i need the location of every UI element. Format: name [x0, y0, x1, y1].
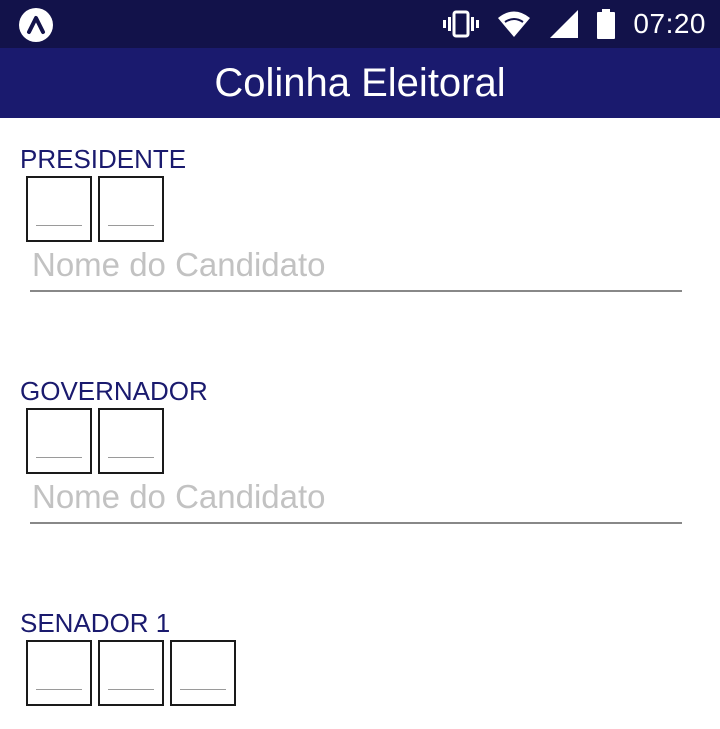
- digit-input-2[interactable]: [98, 408, 164, 474]
- candidate-name-input[interactable]: [30, 476, 682, 524]
- digit-input-1[interactable]: [26, 176, 92, 242]
- digit-input-2[interactable]: [98, 176, 164, 242]
- battery-icon: [597, 9, 616, 39]
- digit-input-3[interactable]: [170, 640, 236, 706]
- section-label-governador: GOVERNADOR: [20, 376, 208, 406]
- section-label-senador-1: SENADOR 1: [20, 608, 171, 638]
- digit-input-1[interactable]: [26, 408, 92, 474]
- status-bar: 07:20: [0, 0, 720, 48]
- wifi-icon: [498, 11, 531, 37]
- candidate-name-input[interactable]: [30, 244, 682, 292]
- candidate-number-fields: [26, 640, 242, 706]
- digit-input-1[interactable]: [26, 640, 92, 706]
- app-title: Colinha Eleitoral: [214, 60, 506, 105]
- app-bar: Colinha Eleitoral: [0, 48, 720, 118]
- candidate-number-fields: [26, 176, 170, 242]
- section-presidente: PRESIDENTE: [0, 144, 720, 304]
- digit-input-2[interactable]: [98, 640, 164, 706]
- candidate-number-fields: [26, 408, 170, 474]
- app-notification-icon: [19, 8, 53, 42]
- section-senador-1: SENADOR 1: [0, 608, 720, 718]
- section-governador: GOVERNADOR: [0, 376, 720, 536]
- clock-time: 07:20: [633, 8, 706, 39]
- section-label-presidente: PRESIDENTE: [20, 144, 187, 174]
- signal-icon: [550, 10, 579, 38]
- ballot-form: PRESIDENTE GOVERNADOR SENADOR 1: [0, 118, 720, 729]
- vibrate-icon: [443, 10, 480, 38]
